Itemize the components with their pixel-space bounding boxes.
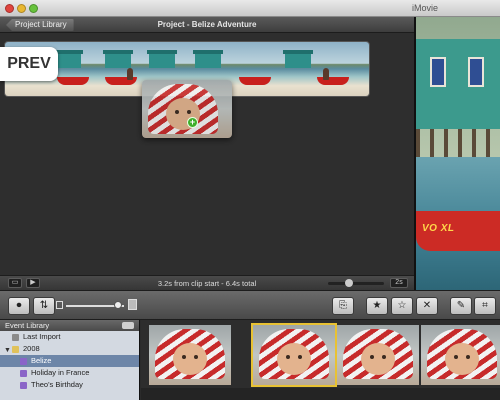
add-to-project-button[interactable]: ⎘ [332,297,354,315]
zoom-window-button[interactable] [29,4,38,13]
event-library-item-label: Last Import [23,332,61,341]
preview-viewer: VO XL [414,17,500,290]
event-library-item[interactable]: Holiday in France [0,367,139,379]
star-icon [12,334,19,341]
mark-favorite-button[interactable]: ★ [366,297,388,315]
project-clip-frame[interactable] [281,42,369,96]
swap-events-projects-button[interactable]: ⇅ [33,297,55,315]
window-titlebar: iMovie [0,0,500,17]
reject-button[interactable]: ✕ [416,297,438,315]
main-toolbar: ⏺ ⇅ ⎘ ★ ☆ ✕ ✎ ⌗ [0,290,500,320]
project-pane: Project Library Project - Belize Adventu… [0,17,414,290]
small-thumbnail-icon [56,301,63,309]
minimize-window-button[interactable] [17,4,26,13]
events-browser [141,320,500,400]
close-window-button[interactable] [5,4,14,13]
project-footer: ▭ ▶ 3.2s from clip start - 6.4s total 2s [0,275,414,290]
add-clip-icon: + [187,117,198,128]
crop-tool-button[interactable]: ⌗ [474,297,496,315]
viewer-boat: VO XL [416,211,500,251]
large-thumbnail-icon [128,299,137,310]
event-clip-frame-selected[interactable] [251,323,337,387]
event-library-item[interactable]: ▼ 2008 [0,343,139,355]
prev-badge: PREV [0,47,58,81]
camera-import-button[interactable]: ⏺ [8,297,30,315]
event-library-item-label: Holiday in France [31,368,90,377]
event-clip-frame[interactable] [149,325,231,385]
event-library-item[interactable]: Last Import [0,331,139,343]
event-clip-frame[interactable] [337,325,419,385]
window-title: iMovie [411,3,438,13]
thumbnail-size-slider[interactable] [66,301,124,309]
event-icon [20,382,27,389]
event-filmstrip-next-row [141,388,500,400]
project-header: Project Library Project - Belize Adventu… [0,17,414,33]
event-library-item-label: 2008 [23,344,40,353]
zoom-duration-label: 2s [390,278,408,288]
event-library-toggle-button[interactable] [122,322,134,329]
event-library: Event Library Last Import ▼ 2008 Belize Holi… [0,320,140,400]
zoom-slider-knob[interactable] [345,279,353,287]
event-library-item[interactable]: Belize [0,355,139,367]
event-list: Last Import ▼ 2008 Belize Holiday in France T… [0,331,139,391]
event-library-header: Event Library [0,320,139,331]
timeline-zoom-slider[interactable] [328,279,384,287]
event-library-title: Event Library [5,321,50,330]
thumbnail-size-knob[interactable] [114,301,122,309]
boat-lettering: VO XL [422,223,455,234]
event-library-item-label: Belize [31,356,52,365]
event-clip-frame[interactable] [421,325,500,385]
event-library-item[interactable]: Theo's Birthday [0,379,139,391]
event-filmstrip[interactable] [149,323,500,387]
unmark-button[interactable]: ☆ [391,297,413,315]
event-icon [20,358,27,365]
viewer-house [416,39,500,129]
folder-icon [12,346,19,353]
project-title: Project - Belize Adventure [157,20,257,29]
event-icon [20,370,27,377]
dropper-tool-button[interactable]: ✎ [450,297,472,315]
dragged-clip[interactable] [142,80,232,138]
event-library-item-label: Theo's Birthday [31,380,83,389]
